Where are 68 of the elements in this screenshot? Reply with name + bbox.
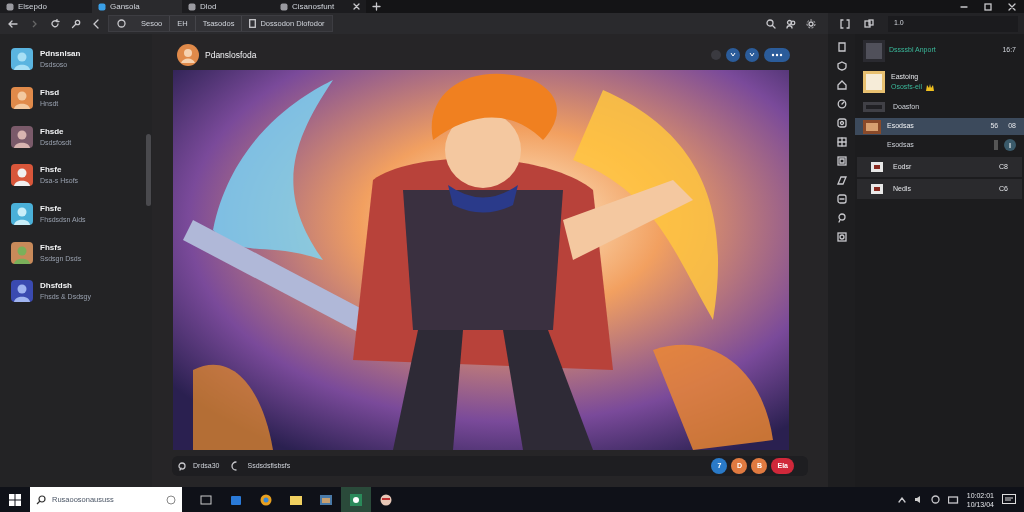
avatar-icon [11,280,33,303]
close-icon[interactable] [1008,2,1016,11]
back-icon[interactable] [8,18,18,29]
menu-icon[interactable] [764,48,790,62]
maximize-icon[interactable] [984,2,992,11]
search-icon[interactable] [178,461,187,471]
avatar-icon [11,87,33,110]
item-title: Fhsfe [40,203,63,215]
home-icon[interactable] [836,80,847,90]
sidebar-icon[interactable] [840,18,850,29]
item-title: Fhsde [40,125,65,137]
site-icon [117,19,126,28]
browser-icon[interactable] [260,493,272,506]
chevron-up-icon[interactable] [897,496,906,503]
window-icon[interactable] [320,493,332,506]
new-tab-icon[interactable] [372,2,381,11]
scrollbar-thumb[interactable] [146,134,151,206]
grid-icon[interactable] [836,137,847,147]
app-icon[interactable] [350,493,362,506]
thumbnail-icon [863,102,885,112]
close-icon[interactable] [353,3,360,10]
bar-icon [994,140,998,150]
crown-icon [926,83,935,91]
browser-tab[interactable]: Dlod [182,0,274,13]
item-title: Fhsfs [40,241,63,253]
search-icon [36,494,46,505]
tab-icon [98,2,106,11]
tab-icon [188,2,196,11]
camera-icon[interactable] [836,118,847,128]
thumbnail-icon [863,119,881,134]
reload-icon[interactable] [50,18,60,29]
volume-icon[interactable] [913,495,923,504]
search-icon[interactable] [766,18,776,29]
people-icon[interactable] [786,18,796,29]
folder-icon[interactable] [290,493,302,506]
windows-icon[interactable] [9,493,21,506]
avatar-icon [11,125,33,148]
thumbnail-icon [871,184,883,194]
settings-icon[interactable] [806,18,816,29]
item-title: Dhsfdsh [40,280,73,292]
notification-icon[interactable] [1002,493,1016,506]
status-dot-icon [711,50,721,60]
item-title: Pdnsnlsan [40,48,81,60]
thumbnail-icon [863,39,885,62]
sidebar-icon[interactable] [836,42,847,52]
tab-icon [280,2,288,11]
browser-tab[interactable]: Cisanosfunt [274,0,366,13]
store-icon[interactable] [230,493,242,506]
key-icon[interactable] [71,18,81,29]
task-view-icon[interactable] [200,493,212,506]
tab-icon [6,2,14,11]
browser-tab[interactable]: Gansola [92,0,182,13]
thumbnail-icon [863,71,885,93]
page-icon [249,19,257,28]
avatar-icon [11,164,33,187]
item-title: Fhsfe [40,164,63,176]
item-title: Fhsd [40,87,60,99]
thumbnail-icon [871,162,883,172]
info-icon[interactable] [1004,139,1016,151]
browser-tab[interactable]: Elsepdo [0,0,92,13]
avatar-icon [177,44,199,66]
clock-icon[interactable] [836,99,847,109]
avatar-icon [11,48,33,71]
battery-icon[interactable] [947,495,959,504]
collections-icon[interactable] [864,18,874,29]
avatar-icon [11,203,33,226]
author-name: Pdanslosfoda [205,48,257,62]
avatar-icon [11,241,33,264]
